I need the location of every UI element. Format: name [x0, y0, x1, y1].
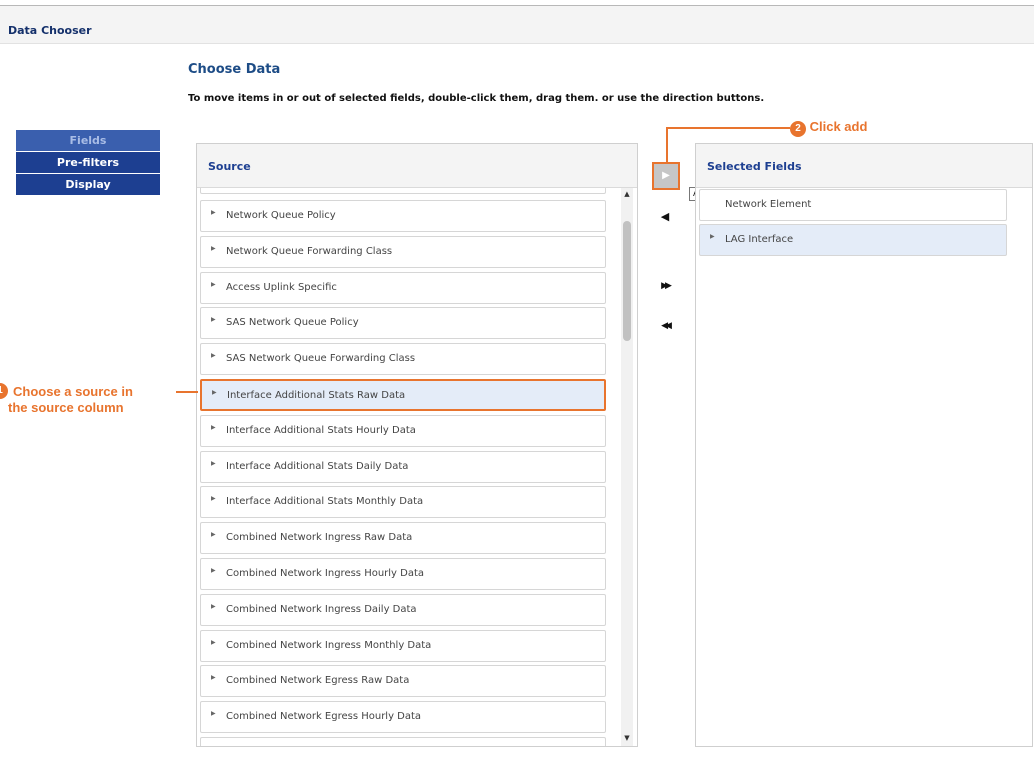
selected-field-item[interactable]: ▶ LAG Interface	[699, 224, 1007, 256]
source-item[interactable]: ▶ Network Queue Forwarding Class	[200, 235, 606, 268]
left-arrow-icon: ◀	[660, 210, 670, 223]
step-1-text-line2: the source column	[8, 400, 124, 415]
expand-arrow-icon: ▶	[211, 209, 216, 216]
source-item-label: Combined Network Ingress Monthly Data	[226, 639, 432, 651]
expand-arrow-icon: ▶	[211, 638, 216, 646]
instructions-text: To move items in or out of selected fiel…	[188, 93, 765, 104]
source-item[interactable]: ▶ Network Queue Policy	[200, 200, 606, 232]
source-item[interactable]: ▶ Combined Network Ingress Raw Data	[200, 522, 606, 555]
expand-arrow-icon: ▶	[211, 316, 216, 324]
source-item[interactable]: ▶ Combined Network Ingress Daily Data	[200, 593, 606, 626]
source-item[interactable]: ▶ Interface Additional Stats Monthly Data	[200, 486, 606, 519]
remove-all-button[interactable]: ◀◀	[654, 314, 676, 336]
selected-fields-header: Selected Fields	[696, 144, 1032, 188]
callout-2-connector-horizontal	[666, 127, 790, 129]
page-title: Choose Data	[188, 62, 281, 77]
add-all-button[interactable]: ▶▶	[654, 274, 676, 296]
step-2-text: Click add	[809, 119, 868, 134]
scroll-down-icon[interactable]: ▼	[621, 734, 633, 744]
expand-arrow-icon: ▶	[211, 423, 216, 431]
callout-1-connector	[176, 391, 198, 393]
source-item[interactable]: ▶Combined Network Egress Monthly Data	[200, 737, 606, 747]
source-item-label: Network Queue Forwarding Class	[226, 245, 393, 257]
source-item[interactable]: ▶ Access Uplink Specific	[200, 271, 606, 304]
source-item[interactable]: ▶ SAS Network Queue Policy	[200, 307, 606, 340]
source-item-selected[interactable]: ▶ Interface Additional Stats Raw Data	[200, 379, 606, 411]
expand-arrow-icon: ▶	[211, 459, 216, 467]
right-arrow-icon: ▶	[662, 170, 670, 181]
source-panel: Source ▶ Network Queue Policy ▶ Network Que…	[196, 143, 638, 747]
expand-arrow-icon: ▶	[212, 389, 217, 396]
source-item[interactable]: ▶ Combined Network Egress Hourly Data	[200, 701, 606, 734]
expand-arrow-icon: ▶	[211, 746, 216, 747]
step-1-badge: 1	[0, 383, 8, 399]
selected-field-label: Network Element	[725, 199, 812, 210]
expand-arrow-icon: ▶	[211, 495, 216, 503]
expand-arrow-icon: ▶	[211, 531, 216, 539]
step-2-badge: 2	[790, 121, 806, 137]
expand-arrow-icon: ▶	[211, 674, 216, 682]
source-item-label: SAS Network Queue Forwarding Class	[226, 353, 416, 365]
selected-fields-title: Selected Fields	[707, 160, 802, 173]
expand-arrow-icon: ▶	[211, 244, 216, 252]
scroll-thumb[interactable]	[623, 221, 631, 341]
source-item[interactable]: ▶ Combined Network Ingress Hourly Data	[200, 558, 606, 590]
add-button[interactable]: ▶	[652, 162, 680, 190]
expand-arrow-icon: ▶	[211, 352, 216, 360]
header-bar: Data Chooser	[0, 6, 1034, 44]
source-item-label: Interface Additional Stats Daily Data	[226, 460, 409, 472]
source-item[interactable]: ▶ Interface Additional Stats Hourly Data	[200, 414, 606, 447]
header-title: Data Chooser	[8, 24, 92, 37]
callout-2-connector-vertical	[666, 127, 668, 163]
source-item-label: Access Uplink Specific	[226, 281, 337, 293]
source-item-label: Interface Additional Stats Monthly Data	[226, 496, 424, 508]
source-title: Source	[208, 160, 251, 173]
source-item-label: SAS Network Queue Policy	[226, 317, 359, 329]
nav-item-fields[interactable]: Fields	[16, 130, 160, 151]
expand-arrow-icon: ▶	[211, 567, 216, 574]
source-item[interactable]: ▶ Combined Network Ingress Monthly Data	[200, 629, 606, 662]
source-item-label: Combined Network Egress Raw Data	[226, 675, 410, 687]
expand-arrow-icon: ▶	[211, 710, 216, 718]
double-left-arrow-icon: ◀◀	[661, 321, 672, 331]
source-item-label: Interface Additional Stats Raw Data	[227, 390, 406, 401]
source-panel-header: Source	[197, 144, 637, 188]
callout-step-1: 1 Choose a source in the source column	[0, 383, 172, 415]
source-item-label: Combined Network Ingress Raw Data	[226, 532, 413, 544]
side-nav: Fields Pre-filters Display	[16, 130, 160, 196]
source-item[interactable]	[200, 188, 606, 194]
expand-arrow-icon: ▶	[211, 280, 216, 288]
expand-arrow-icon: ▶	[710, 233, 715, 240]
scroll-up-icon[interactable]: ▲	[621, 190, 633, 200]
source-item-label: Combined Network Ingress Daily Data	[226, 603, 417, 615]
remove-button[interactable]: ◀	[654, 206, 676, 228]
selected-field-item[interactable]: Network Element	[699, 189, 1007, 221]
nav-item-pre-filters[interactable]: Pre-filters	[16, 152, 160, 173]
source-item-label: Combined Network Egress Hourly Data	[226, 711, 422, 723]
source-item-label: Combined Network Ingress Hourly Data	[226, 568, 425, 579]
nav-item-display[interactable]: Display	[16, 174, 160, 195]
double-right-arrow-icon: ▶▶	[661, 281, 672, 291]
callout-step-2: 2 Click add	[790, 119, 867, 137]
source-item-label: Interface Additional Stats Hourly Data	[226, 424, 416, 436]
source-item-label: Network Queue Policy	[226, 210, 336, 221]
expand-arrow-icon: ▶	[211, 602, 216, 610]
source-list[interactable]: ▶ Network Queue Policy ▶ Network Queue Forw…	[197, 188, 637, 747]
selected-field-label: LAG Interface	[725, 234, 794, 245]
source-item[interactable]: ▶ Interface Additional Stats Daily Data	[200, 450, 606, 483]
source-scrollbar[interactable]: ▲ ▼	[621, 188, 633, 746]
step-1-text-line1: Choose a source in	[13, 384, 133, 399]
source-item[interactable]: ▶ Combined Network Egress Raw Data	[200, 665, 606, 698]
source-item[interactable]: ▶ SAS Network Queue Forwarding Class	[200, 343, 606, 376]
selected-fields-panel: Selected Fields Network Element ▶ LAG In…	[695, 143, 1033, 747]
